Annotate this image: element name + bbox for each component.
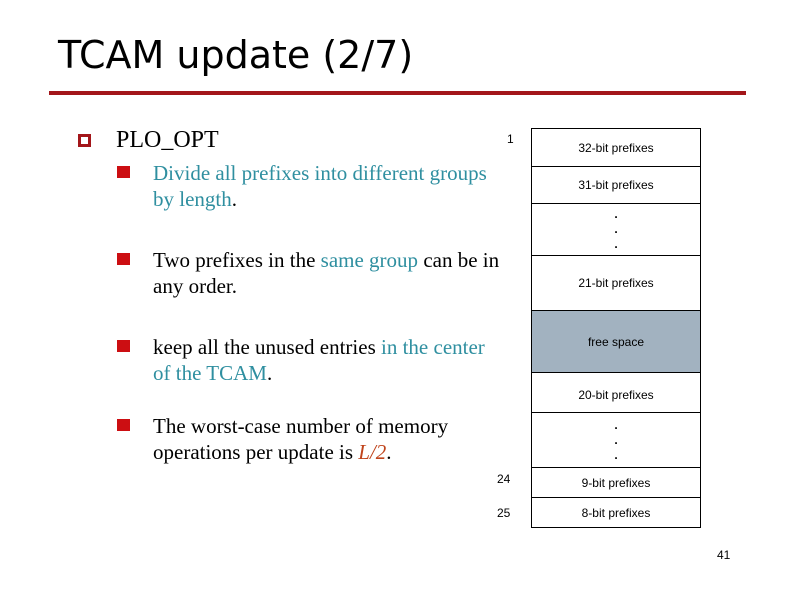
vertical-ellipsis-icon: ... bbox=[614, 417, 618, 462]
square-bullet-icon bbox=[117, 253, 130, 265]
tcam-row-9bit: 9-bit prefixes bbox=[532, 468, 700, 498]
square-bullet-icon bbox=[117, 419, 130, 431]
tcam-row-21bit: 21-bit prefixes bbox=[532, 256, 700, 311]
index-label-8bit: 25 bbox=[497, 506, 511, 520]
tcam-row-32bit: 32-bit prefixes bbox=[532, 129, 700, 167]
bullet-text: . bbox=[231, 187, 237, 211]
tcam-row-20bit: 20-bit prefixes bbox=[532, 373, 700, 413]
bullet-text-emphasis: L/2 bbox=[358, 440, 387, 464]
tcam-row-free-space: free space bbox=[532, 311, 700, 373]
tcam-diagram: 32-bit prefixes 31-bit prefixes ... 21-b… bbox=[531, 128, 701, 528]
tcam-row-31bit: 31-bit prefixes bbox=[532, 167, 700, 204]
slide-title: TCAM update (2/7) bbox=[58, 33, 414, 77]
index-label-9bit: 24 bbox=[497, 472, 511, 486]
title-underline bbox=[49, 91, 746, 95]
bullet-text: Two prefixes in the bbox=[153, 248, 321, 272]
bullet-text: . bbox=[266, 361, 273, 385]
bullet-text: The worst-case number of memory operatio… bbox=[153, 414, 449, 464]
tcam-row-ellipsis: ... bbox=[532, 413, 700, 468]
bullet-text-teal: Divide all prefixes into different group… bbox=[153, 161, 487, 211]
bullet-text: keep all the unused entries bbox=[153, 335, 382, 359]
square-bullet-icon bbox=[117, 166, 130, 178]
tcam-row-ellipsis: ... bbox=[532, 204, 700, 256]
bullet-text-teal: same group bbox=[320, 248, 419, 272]
vertical-ellipsis-icon: ... bbox=[614, 207, 618, 251]
square-bullet-icon bbox=[117, 340, 130, 352]
heading-text: PLO_OPT bbox=[116, 127, 219, 153]
bullet-text: . bbox=[386, 440, 392, 464]
page-number: 41 bbox=[717, 548, 731, 562]
index-label-top: 1 bbox=[507, 132, 514, 146]
tcam-row-8bit: 8-bit prefixes bbox=[581, 506, 651, 520]
hollow-square-bullet-icon bbox=[78, 134, 91, 147]
